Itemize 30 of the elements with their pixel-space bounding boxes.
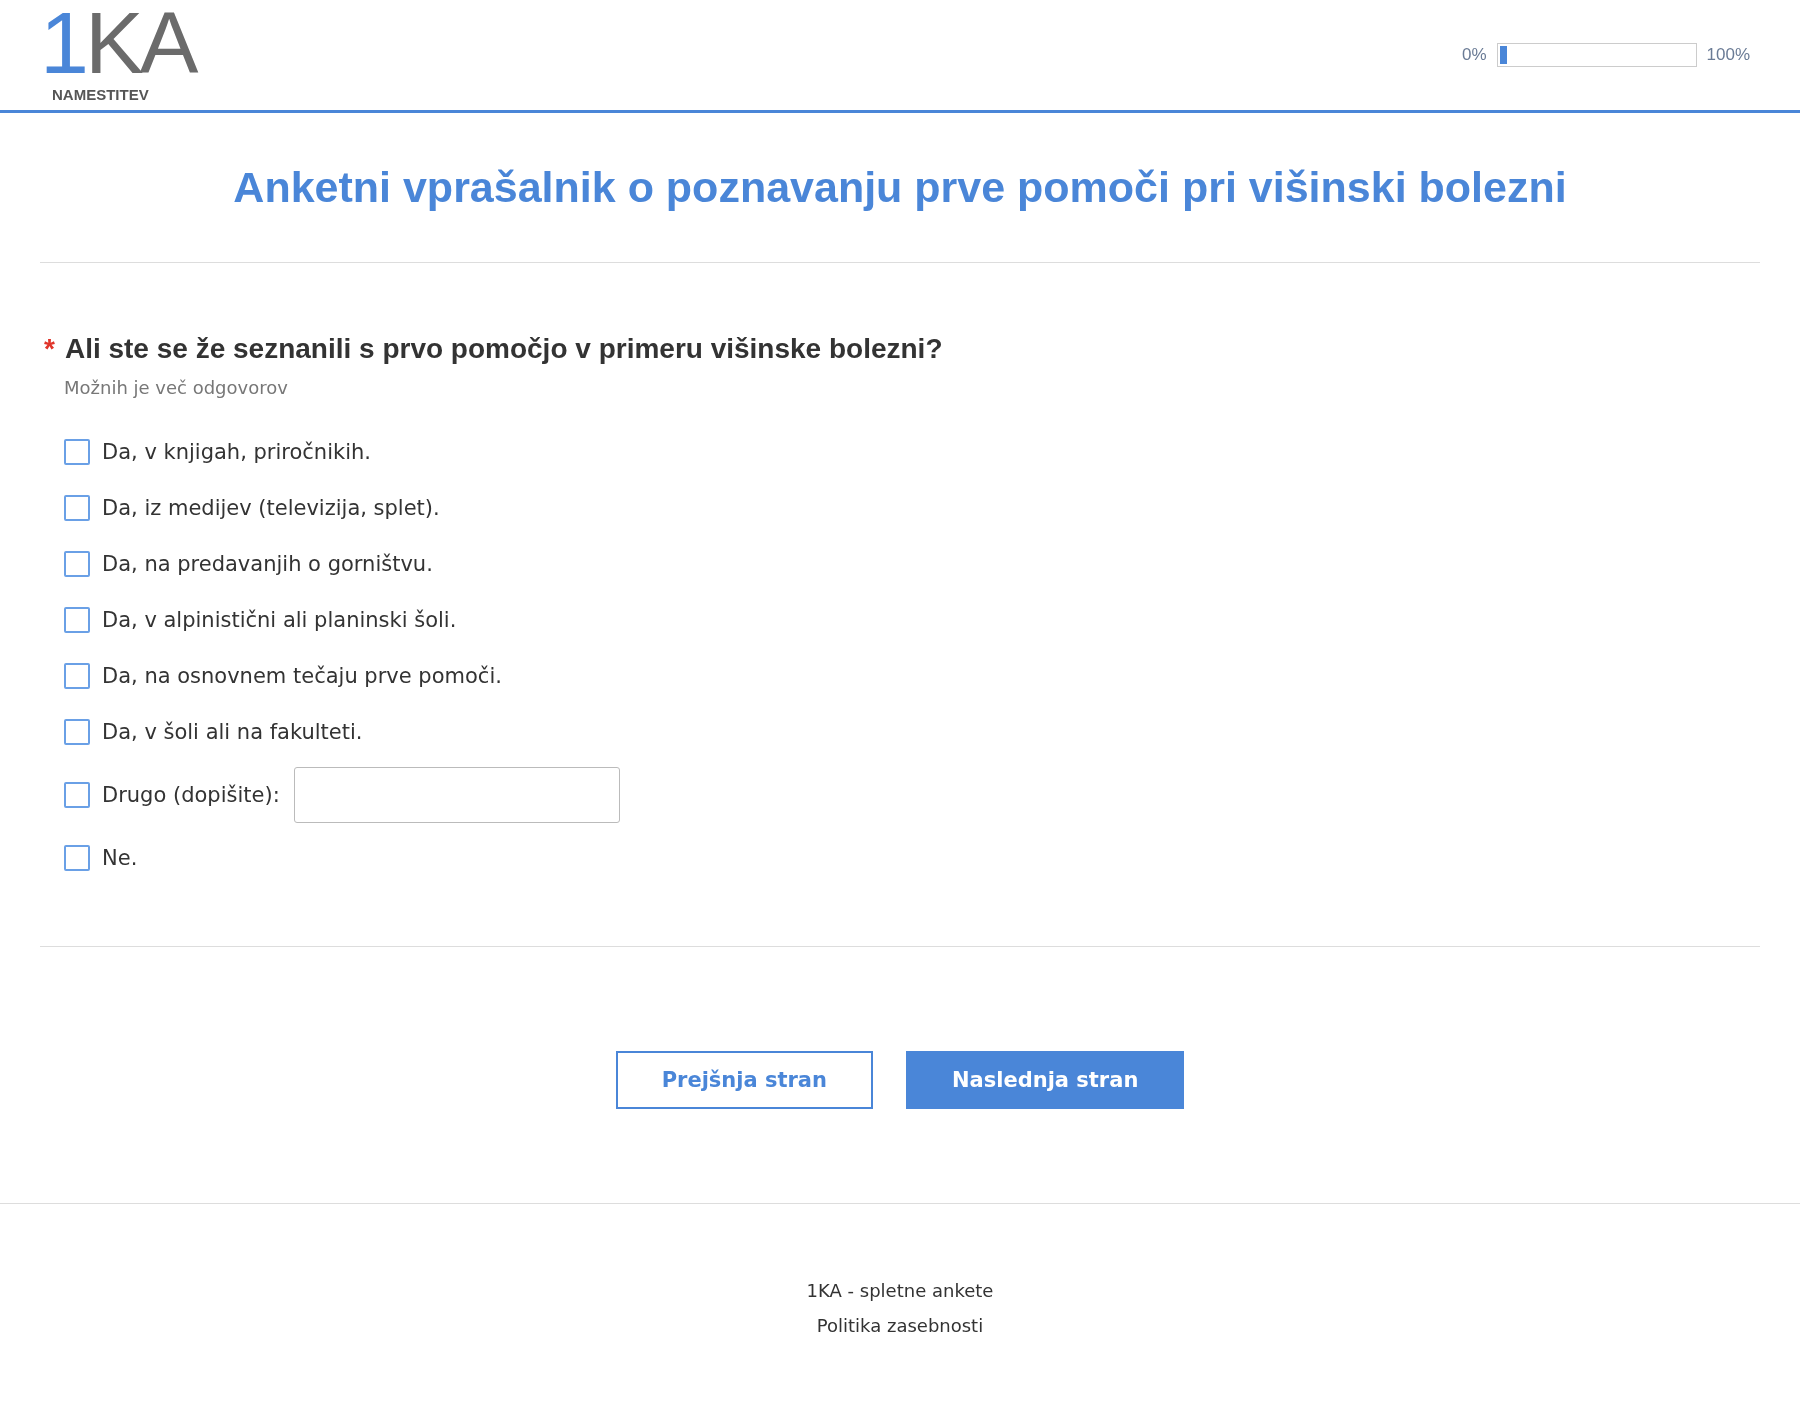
footer-link[interactable]: Politika zasebnosti (816, 1315, 984, 1336)
option-label[interactable]: Da, v šoli ali na fakulteti. (102, 720, 363, 744)
logo-subtitle: NAMESTITEV (52, 85, 149, 103)
footer-link[interactable]: 1KA - spletne ankete (806, 1280, 994, 1301)
checkbox[interactable] (64, 782, 90, 808)
next-button[interactable]: Naslednja stran (906, 1051, 1185, 1109)
checkbox[interactable] (64, 845, 90, 871)
option-label[interactable]: Drugo (dopišite): (102, 783, 280, 807)
option-label[interactable]: Da, na predavanjih o gorništvu. (102, 552, 433, 576)
option-label[interactable]: Da, v knjigah, priročnikih. (102, 440, 371, 464)
progress-end-label: 100% (1706, 45, 1750, 65)
checkbox[interactable] (64, 607, 90, 633)
logo-text: KA (84, 7, 195, 78)
checkbox[interactable] (64, 719, 90, 745)
option-label[interactable]: Da, v alpinistični ali planinski šoli. (102, 608, 457, 632)
logo-mark: 1 (40, 7, 85, 78)
survey-title: Anketni vprašalnik o poznavanju prve pomoči pri višinski bolezni (232, 162, 1568, 213)
required-mark: * (44, 333, 55, 365)
progress-start-label: 0% (1461, 45, 1487, 65)
checkbox[interactable] (64, 663, 90, 689)
checkbox[interactable] (64, 551, 90, 577)
checkbox[interactable] (64, 439, 90, 465)
checkbox[interactable] (64, 495, 90, 521)
option-label[interactable]: Da, na osnovnem tečaju prve pomoči. (102, 664, 502, 688)
question-hint: Možnih je več odgovorov (64, 377, 289, 398)
back-button[interactable]: Prejšnja stran (615, 1051, 873, 1109)
option-label[interactable]: Da, iz medijev (televizija, splet). (102, 496, 440, 520)
input-field[interactable] (293, 767, 620, 823)
option-label[interactable]: Ne. (102, 846, 138, 870)
question-text: Ali ste se že seznanili s prvo pomočjo v primeru višinske bolezni? (64, 333, 943, 365)
